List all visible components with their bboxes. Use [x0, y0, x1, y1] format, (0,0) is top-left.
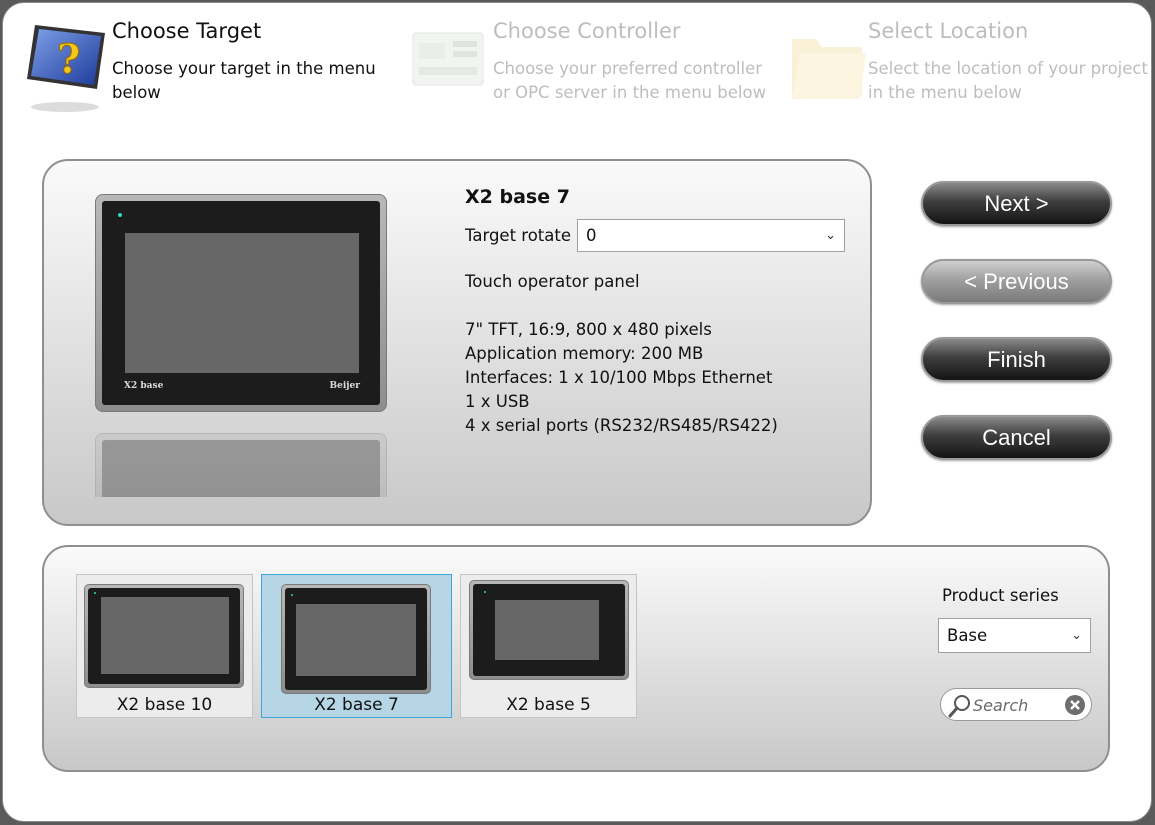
step-choose-controller: Choose Controller Choose your preferred … [405, 19, 775, 119]
target-name: X2 base 7 [465, 186, 570, 208]
target-thumbnail [469, 580, 629, 680]
target-tile-label: X2 base 7 [314, 695, 399, 715]
search-box[interactable] [940, 688, 1092, 721]
chevron-down-icon: ⌄ [1071, 627, 1082, 643]
target-tile-x2-base-7[interactable]: X2 base 7 [261, 574, 452, 718]
cancel-button[interactable]: Cancel [921, 415, 1112, 460]
target-details-panel: X2 base Beijer [42, 159, 872, 526]
target-rotate-value: 0 [586, 226, 597, 245]
chevron-down-icon: ⌄ [825, 227, 836, 243]
target-spec: 4 x serial ports (RS232/RS485/RS422) [465, 416, 778, 435]
step-description: Select the location of your project [868, 59, 1148, 78]
step-title: Select Location [868, 19, 1029, 43]
target-spec: Application memory: 200 MB [465, 344, 704, 363]
plc-controller-icon [412, 32, 484, 86]
target-tile-x2-base-5[interactable]: X2 base 5 [460, 574, 637, 718]
target-preview-image: X2 base Beijer [95, 194, 387, 412]
wizard-window: ? Choose Target Choose your target in th… [2, 2, 1152, 822]
target-spec: 1 x USB [465, 392, 530, 411]
product-series-value: Base [947, 626, 988, 645]
step-description: or OPC server in the menu below [493, 83, 767, 102]
target-spec: 7" TFT, 16:9, 800 x 480 pixels [465, 320, 712, 339]
target-type: Touch operator panel [465, 272, 640, 291]
step-select-location: Select Location Select the location of y… [786, 19, 1148, 119]
target-thumbnail [84, 584, 244, 688]
svg-text:?: ? [57, 36, 80, 83]
question-monitor-icon: ? [27, 25, 105, 112]
step-description: in the menu below [868, 83, 1022, 102]
step-description: below [112, 83, 161, 102]
search-input[interactable] [973, 693, 1061, 717]
device-model-logo: X2 base [124, 381, 164, 391]
product-series-label: Product series [942, 586, 1059, 605]
target-rotate-label: Target rotate [465, 226, 572, 245]
clear-search-icon[interactable] [1064, 694, 1086, 716]
finish-button[interactable]: Finish [921, 337, 1112, 382]
target-tile-label: X2 base 5 [506, 695, 591, 715]
target-tile-x2-base-10[interactable]: X2 base 10 [76, 574, 253, 718]
target-tile-label: X2 base 10 [116, 695, 213, 715]
step-title: Choose Target [112, 19, 262, 43]
device-maker-logo: Beijer [329, 381, 360, 391]
target-preview-reflection [95, 433, 387, 497]
folder-icon [792, 39, 866, 99]
target-spec: Interfaces: 1 x 10/100 Mbps Ethernet [465, 368, 773, 387]
step-choose-target: ? Choose Target Choose your target in th… [25, 19, 385, 119]
product-series-select[interactable]: Base ⌄ [938, 618, 1091, 653]
target-thumbnail [281, 584, 431, 694]
previous-button[interactable]: < Previous [921, 259, 1112, 304]
step-description: Choose your preferred controller [493, 59, 763, 78]
step-title: Choose Controller [493, 19, 681, 43]
search-icon [948, 695, 970, 718]
next-button[interactable]: Next > [921, 181, 1112, 226]
target-rotate-select[interactable]: 0 ⌄ [577, 219, 845, 252]
step-description: Choose your target in the menu [112, 59, 376, 78]
